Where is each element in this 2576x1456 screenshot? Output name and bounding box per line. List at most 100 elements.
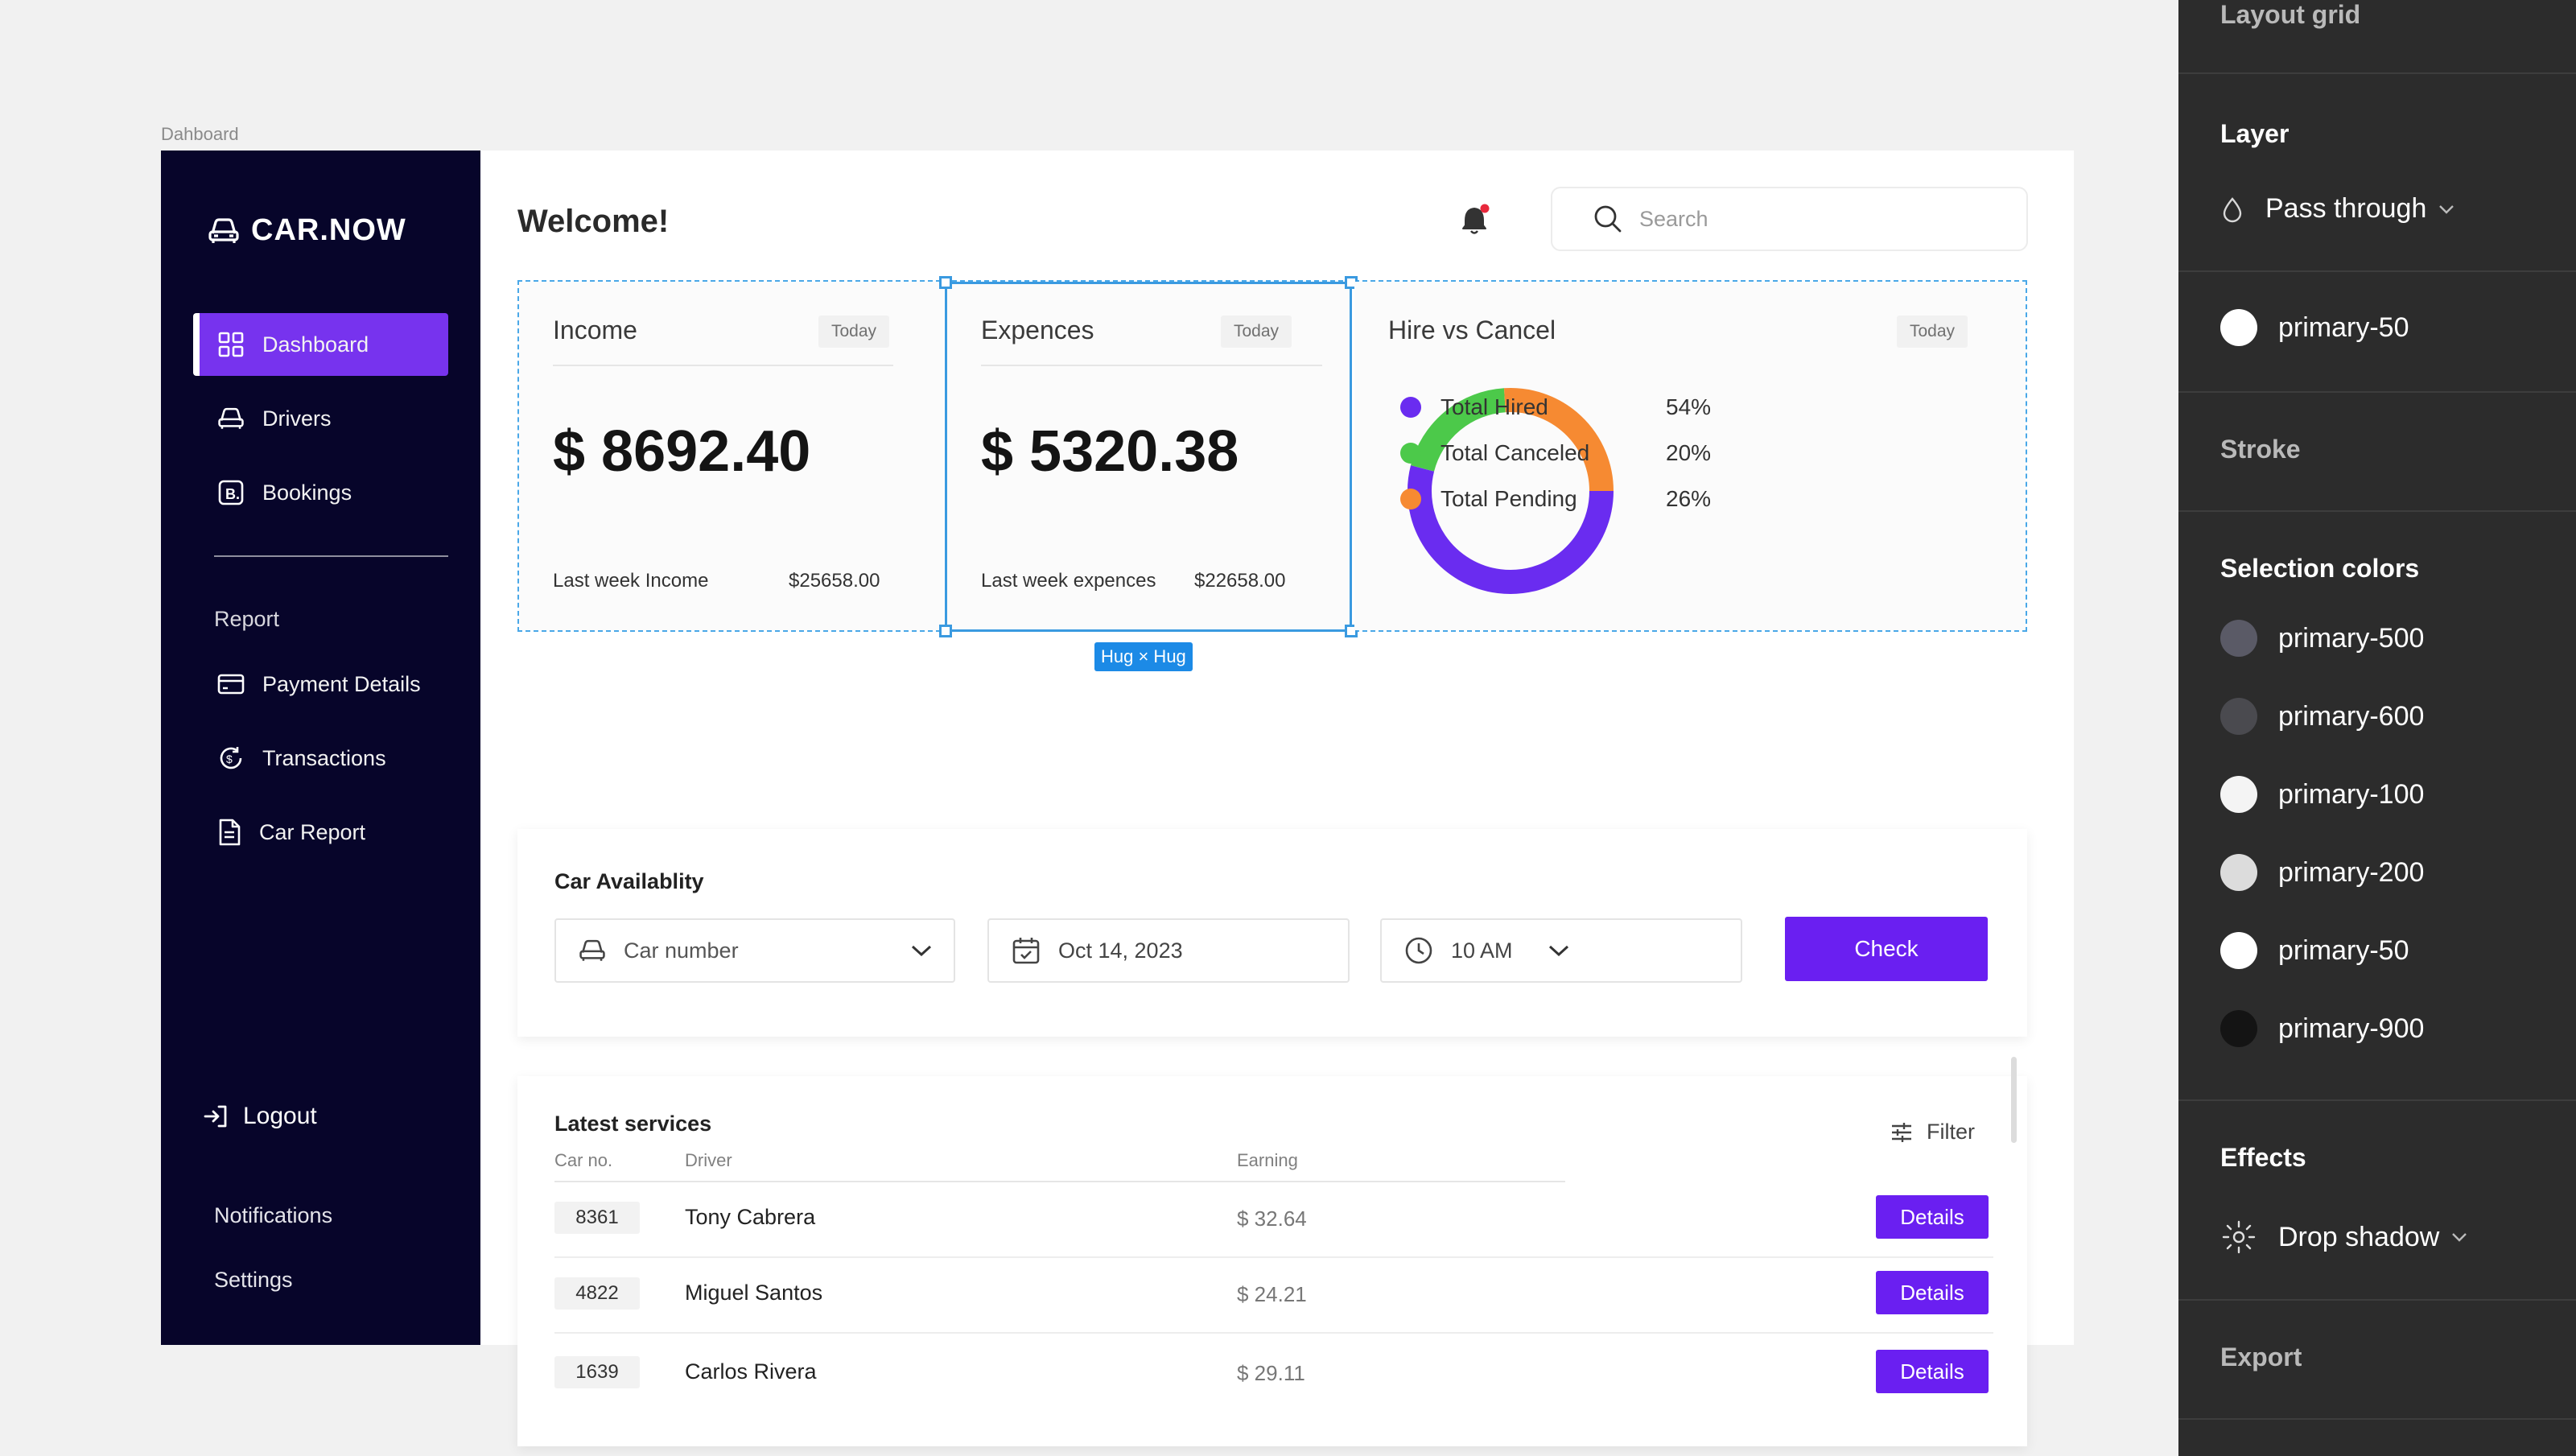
earning-cell: $ 24.21 [1237,1282,1307,1306]
logout-label: Logout [243,1103,317,1129]
logout-button[interactable]: Logout [203,1103,317,1130]
color-swatch[interactable] [2220,1010,2257,1047]
legend-value: 20% [1666,440,1712,465]
search-icon [1594,205,1622,233]
sidebar-item-label: Car Report [259,819,366,844]
selection-color-row[interactable]: primary-200 [2220,854,2424,891]
car-icon [218,407,244,429]
blend-mode-label: Pass through [2265,193,2427,224]
color-swatch[interactable] [2220,776,2257,813]
dashboard-frame: CAR.NOW Dashboard Drivers B. Bookings Re… [161,151,2074,1446]
sidebar-item-label: Bookings [262,480,352,505]
filter-label: Filter [1927,1120,1975,1144]
car-number-placeholder: Car number [624,938,739,963]
brand-logo[interactable]: CAR.NOW [208,213,406,248]
frame-label: Dahboard [161,124,239,144]
sidebar-item-bookings[interactable]: B. Bookings [193,461,448,524]
table-row: 1639 Carlos Rivera $ 29.11 Details [554,1334,1993,1409]
search-input[interactable] [1639,206,1961,232]
filter-button[interactable]: Filter [1890,1120,1975,1145]
details-button[interactable]: Details [1876,1271,1989,1314]
color-name: primary-50 [2278,934,2409,966]
legend-dot-hired [1400,397,1421,418]
sidebar-item-transactions[interactable]: $ Transactions [193,727,448,790]
income-card[interactable]: Income Today $ 8692.40 Last week Income … [519,282,943,630]
expenses-last-week-label: Last week expences [981,570,1156,592]
effects-section: Effects Drop shadow [2178,1101,2576,1301]
selection-color-row[interactable]: primary-50 [2220,932,2409,969]
effect-name: Drop shadow [2278,1221,2440,1252]
selection-color-row[interactable]: primary-500 [2220,620,2424,657]
color-swatch[interactable] [2220,620,2257,657]
car-number-cell: 8361 [554,1202,640,1234]
table-row: 8361 Tony Cabrera $ 32.64 Details [554,1182,1993,1258]
fill-color-name: primary-50 [2278,311,2409,343]
table-row: 4822 Miguel Santos $ 24.21 Details [554,1258,1993,1334]
sidebar-item-payment-details[interactable]: Payment Details [193,653,448,716]
date-field[interactable]: Oct 14, 2023 [987,918,1350,983]
legend-total-hired: Total Hired 54% [1400,394,1711,420]
main-content: Welcome! Income Today $ 8692.40 Last wee… [480,151,2074,1446]
sidebar-item-drivers[interactable]: Drivers [193,387,448,450]
color-name: primary-900 [2278,1013,2425,1044]
time-select[interactable]: 10 AM [1380,918,1742,983]
availability-title: Car Availablity [554,869,704,893]
color-name: primary-100 [2278,778,2425,810]
notification-bell-button[interactable] [1458,201,1494,241]
color-swatch[interactable] [2220,932,2257,969]
stroke-heading[interactable]: Stroke [2220,435,2301,464]
check-button[interactable]: Check [1785,917,1988,981]
legend-dot-pending [1400,489,1421,509]
expenses-last-week-value: $22658.00 [1194,570,1286,592]
car-number-select[interactable]: Car number [554,918,955,983]
dashboard-grid-icon [218,332,244,357]
drop-shadow-row[interactable]: Drop shadow [2220,1219,2468,1256]
design-properties-panel: Layout grid Layer Pass through primary-5… [2178,0,2576,1456]
car-logo-icon [208,217,239,243]
report-section-label: Report [214,607,280,631]
income-today-badge: Today [818,316,890,348]
hire-title: Hire vs Cancel [1388,316,1556,344]
blend-mode-select[interactable]: Pass through [2220,193,2455,225]
logout-icon [204,1105,227,1128]
selection-color-row[interactable]: primary-600 [2220,698,2424,735]
details-button[interactable]: Details [1876,1350,1989,1393]
expenses-today-badge: Today [1221,316,1292,348]
color-swatch[interactable] [2220,854,2257,891]
page-title: Welcome! [517,204,670,239]
income-last-week-value: $25658.00 [789,570,880,592]
fill-color-row[interactable]: primary-50 [2220,309,2409,346]
sidebar-item-label: Dashboard [262,332,369,357]
details-button[interactable]: Details [1876,1195,1989,1239]
sidebar-item-label: Transactions [262,745,386,770]
sidebar-item-dashboard[interactable]: Dashboard [193,313,448,376]
selection-color-row[interactable]: primary-900 [2220,1010,2424,1047]
sidebar-notifications-link[interactable]: Notifications [214,1203,332,1228]
fill-swatch[interactable] [2220,309,2257,346]
expenses-card[interactable]: Expences Today $ 5320.38 Last week expen… [947,282,1350,630]
layout-grid-section: Layout grid [2178,0,2576,74]
latest-services-panel: Latest services Filter Car no. Driver Ea… [517,1076,2027,1446]
services-title: Latest services [554,1112,712,1136]
column-header-driver: Driver [685,1150,732,1170]
color-name: primary-500 [2278,622,2425,654]
sidebar-item-car-report[interactable]: Car Report [193,801,448,864]
color-swatch[interactable] [2220,698,2257,735]
effects-heading: Effects [2220,1143,2306,1172]
services-scrollbar[interactable] [2011,1057,2017,1143]
selection-color-row[interactable]: primary-100 [2220,776,2424,813]
expenses-amount: $ 5320.38 [981,419,1239,484]
color-name: primary-200 [2278,856,2425,888]
car-availability-panel: Car Availablity Car number Oct 14, 2023 … [517,829,2027,1037]
export-heading[interactable]: Export [2220,1343,2302,1372]
layout-grid-heading[interactable]: Layout grid [2220,0,2360,30]
earning-cell: $ 29.11 [1237,1361,1305,1385]
legend-total-pending: Total Pending 26% [1400,486,1711,512]
selection-colors-heading: Selection colors [2220,554,2420,583]
search-box[interactable] [1551,187,2028,251]
chevron-down-icon [911,945,932,957]
earning-cell: $ 32.64 [1237,1206,1307,1231]
legend-dot-canceled [1400,443,1421,464]
color-name: primary-600 [2278,700,2425,732]
sidebar-settings-link[interactable]: Settings [214,1268,293,1293]
